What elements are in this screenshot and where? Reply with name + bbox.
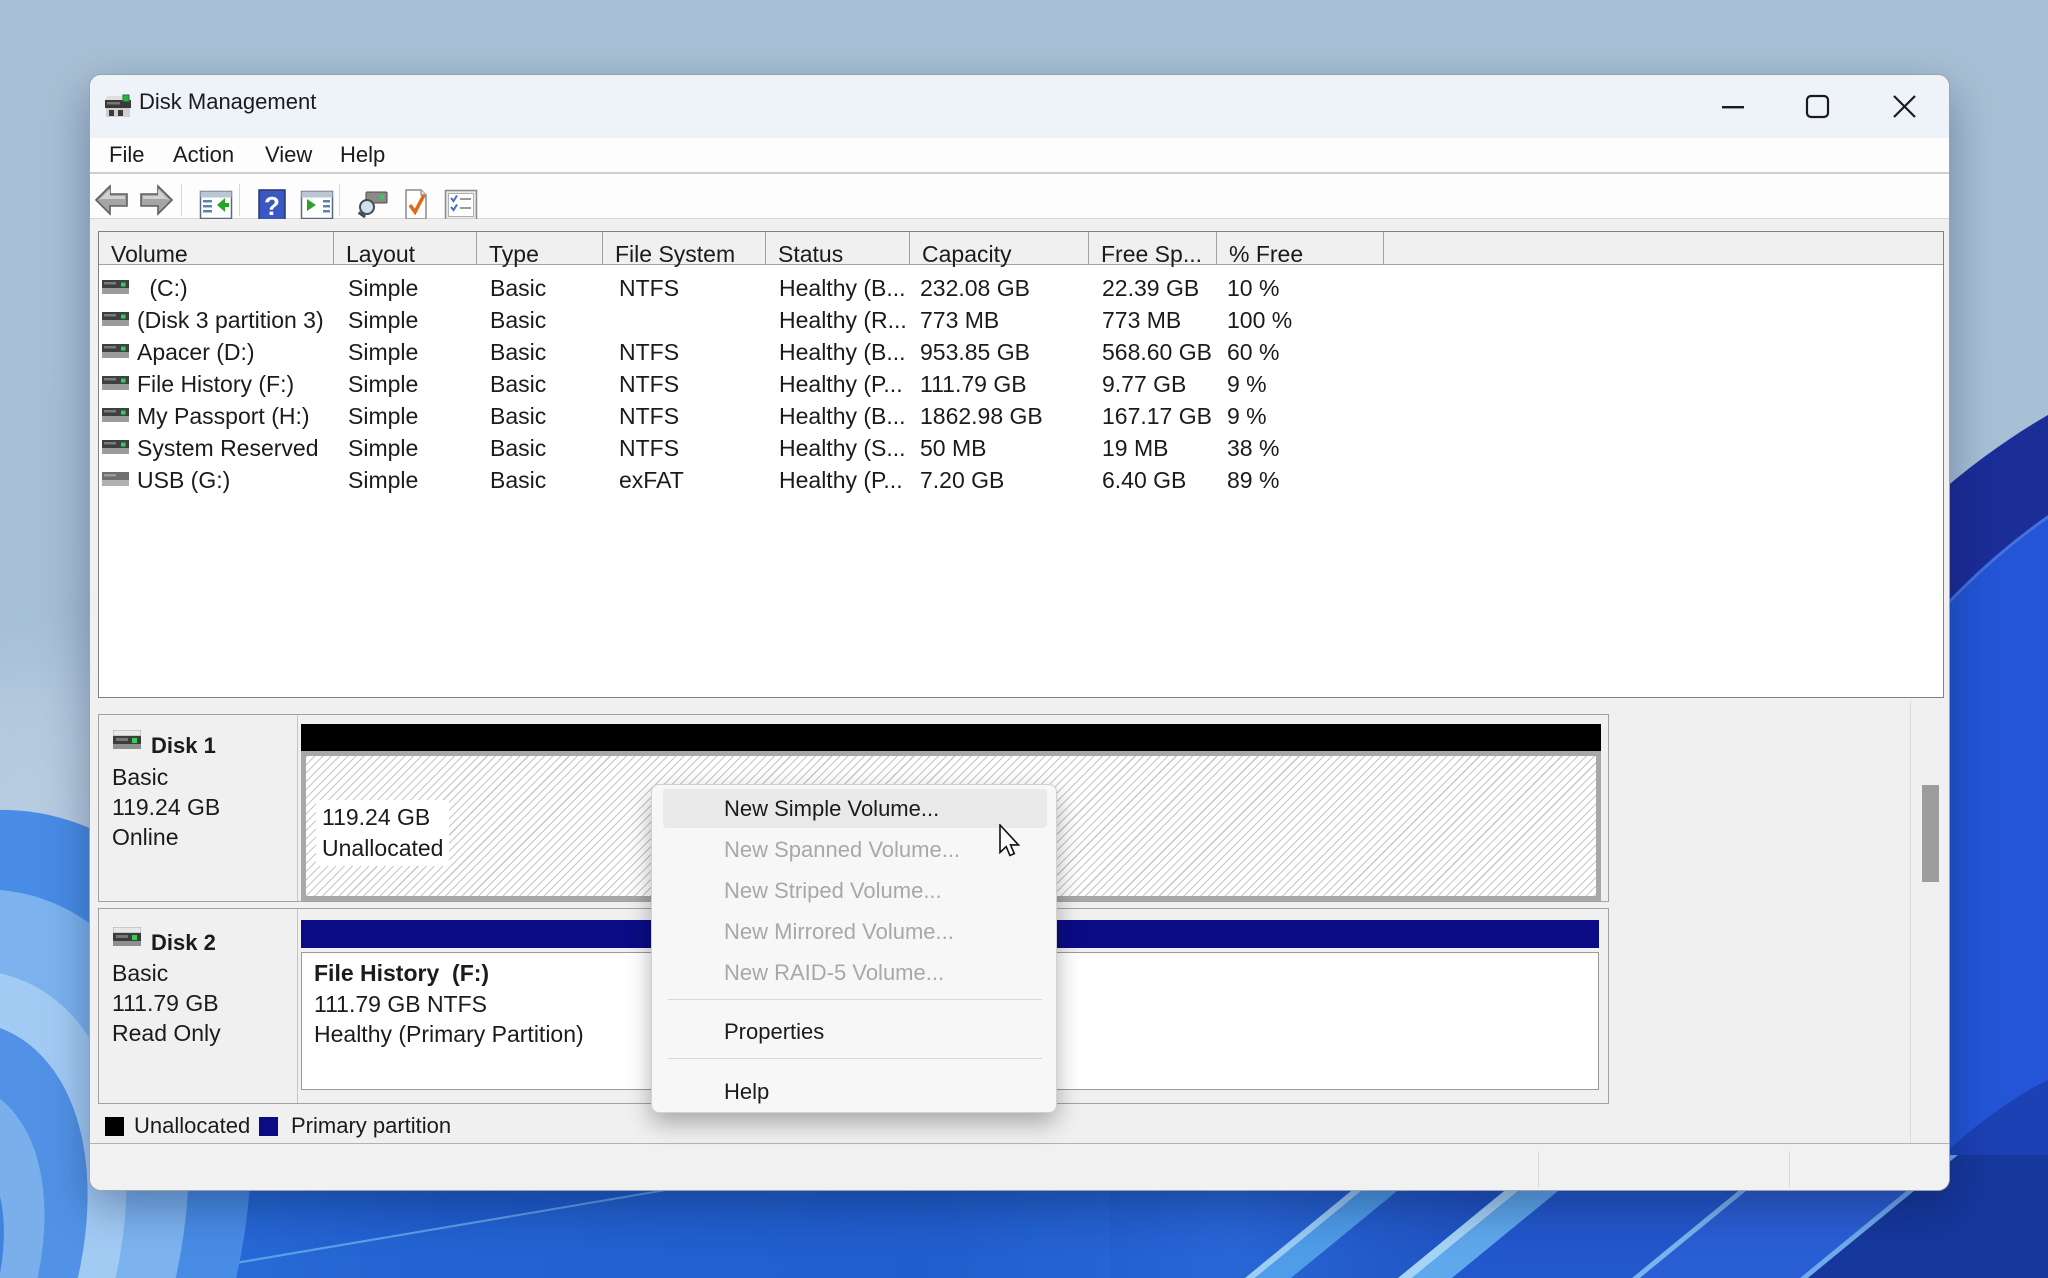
svg-text:?: ? (264, 191, 280, 221)
